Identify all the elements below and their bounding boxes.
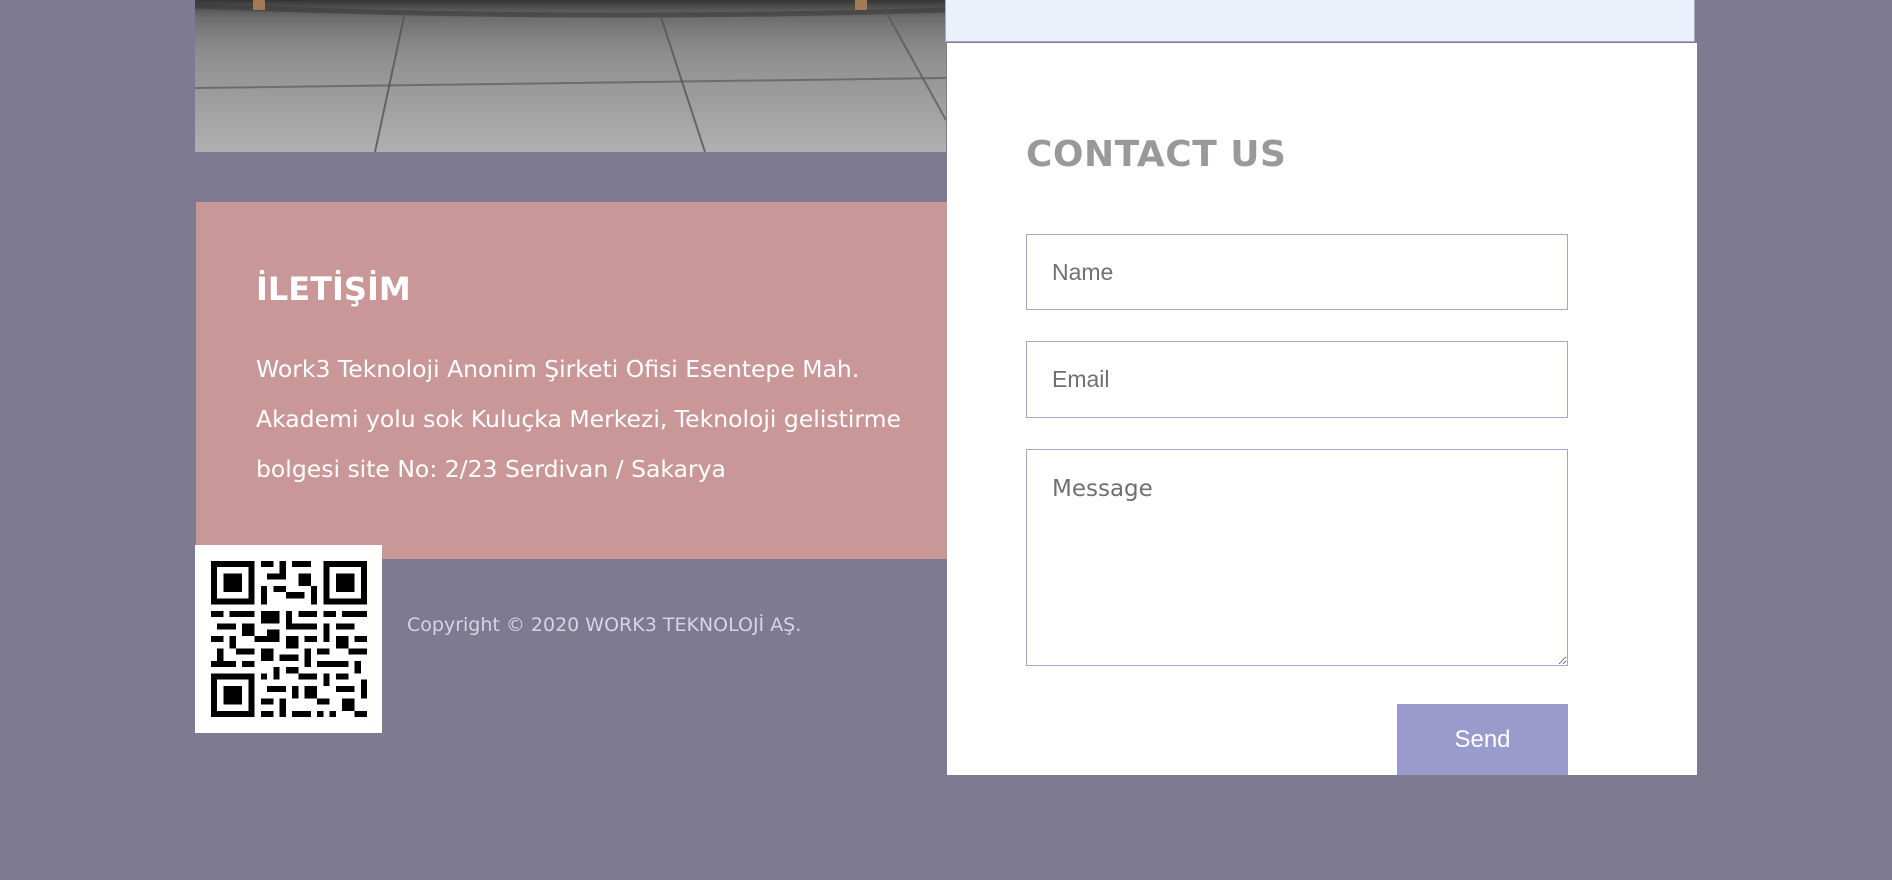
form-top-bar [945, 0, 1695, 42]
message-field[interactable] [1026, 449, 1568, 666]
copyright-text: Copyright © 2020 WORK3 TEKNOLOJİ AŞ. [407, 614, 802, 636]
email-field[interactable] [1026, 341, 1568, 418]
contact-title: CONTACT US [1026, 134, 1287, 175]
name-field[interactable] [1026, 234, 1568, 310]
qr-code-icon [211, 561, 367, 717]
contact-form-panel: CONTACT US Send [947, 43, 1697, 775]
floor-photo [195, 0, 946, 152]
office-address: Work3 Teknoloji Anonim Şirketi Ofisi Ese… [256, 355, 901, 483]
contact-info-panel: İLETİŞİM Work3 Teknoloji Anonim Şirketi … [196, 202, 947, 559]
qr-code [195, 545, 382, 733]
info-title: İLETİŞİM [256, 270, 411, 308]
send-button[interactable]: Send [1397, 704, 1568, 775]
floor-tiles-image [195, 0, 946, 152]
